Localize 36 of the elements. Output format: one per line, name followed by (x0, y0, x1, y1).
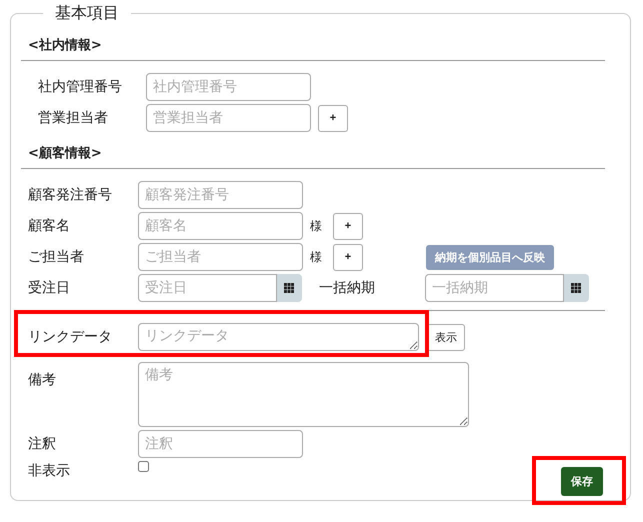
text-field[interactable]: ご担当者 (138, 243, 303, 271)
section-heading: <顧客情報> (27, 144, 103, 162)
text-area[interactable]: リンクデータ (138, 323, 419, 351)
field-label: 社内管理番号 (38, 78, 123, 97)
add-button[interactable]: + (318, 104, 348, 132)
text-area[interactable]: 備考 (138, 362, 469, 427)
field-label: 営業担当者 (38, 109, 109, 128)
add-button[interactable]: + (333, 212, 363, 240)
calendar-button[interactable] (277, 274, 302, 302)
text-field[interactable]: 社内管理番号 (146, 73, 311, 101)
calendar-button[interactable] (564, 274, 589, 302)
field-label: 顧客名 (28, 217, 71, 236)
text-field[interactable]: 営業担当者 (146, 104, 311, 132)
field-label: 注釈 (28, 435, 57, 454)
honorific-label: 様 (310, 218, 323, 234)
calendar-icon (571, 283, 581, 293)
text-field[interactable]: 顧客名 (138, 212, 303, 240)
honorific-label: 様 (310, 248, 323, 266)
calendar-icon (284, 283, 294, 293)
field-label: 非表示 (28, 462, 71, 481)
field-label: 受注日 (28, 279, 71, 298)
date-field[interactable]: 受注日 (138, 274, 277, 302)
panel-title: 基本項目 (54, 2, 120, 24)
section-heading: <社内情報> (27, 37, 103, 54)
checkbox[interactable] (138, 461, 149, 472)
field-label: ご担当者 (28, 248, 85, 267)
show-button[interactable]: 表示 (427, 324, 465, 350)
save-button[interactable]: 保存 (561, 467, 603, 496)
date-field[interactable]: 一括納期 (425, 274, 564, 302)
text-field[interactable]: 顧客発注番号 (138, 181, 303, 209)
field-label: リンクデータ (28, 328, 113, 347)
field-label: 備考 (28, 371, 57, 390)
field-label: 顧客発注番号 (28, 186, 113, 205)
field-label: 一括納期 (319, 279, 376, 298)
add-button[interactable]: + (333, 244, 363, 270)
text-field[interactable]: 注釈 (138, 430, 303, 458)
